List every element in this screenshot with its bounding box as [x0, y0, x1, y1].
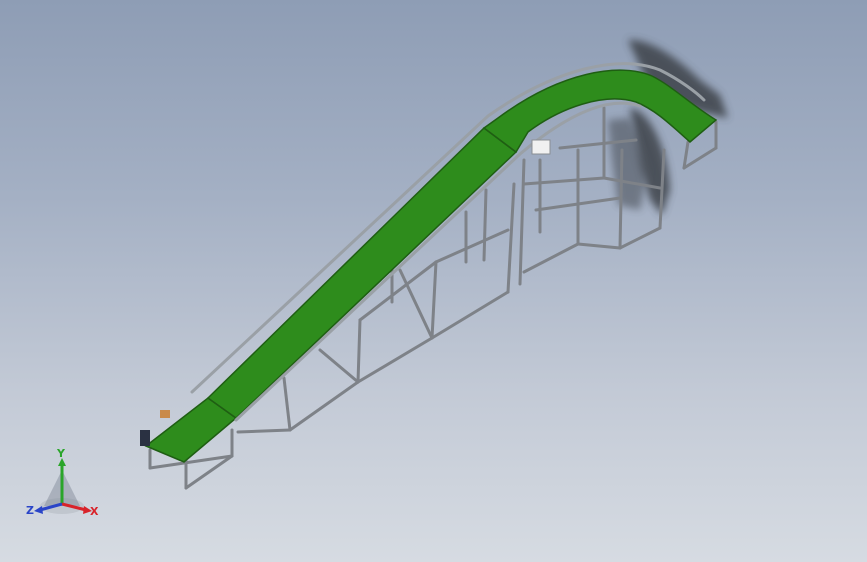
- triad-z-label: Z: [26, 504, 34, 517]
- triad-y-label: Y: [57, 447, 65, 460]
- control-box: [531, 139, 551, 155]
- triad-x-label: X: [90, 505, 99, 518]
- conveyor-model[interactable]: [0, 0, 867, 562]
- coordinate-triad: Y Z X: [24, 448, 104, 524]
- model-shadow: [608, 39, 728, 215]
- graphics-viewport[interactable]: Y Z X: [0, 0, 867, 562]
